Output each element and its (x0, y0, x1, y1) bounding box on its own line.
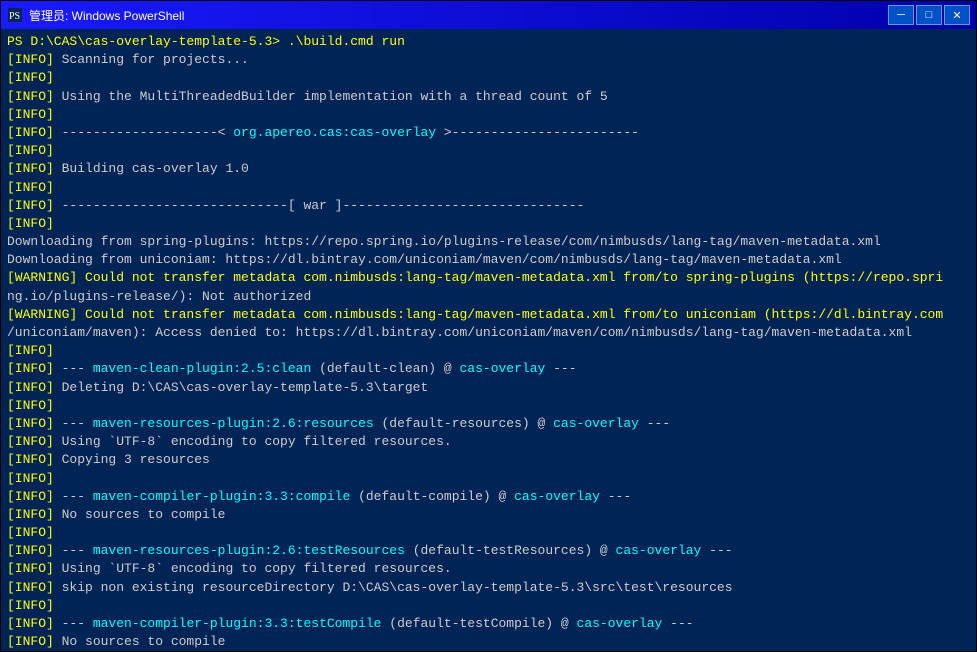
svg-text:PS: PS (9, 11, 20, 22)
window-title: 管理员: Windows PowerShell (29, 7, 888, 24)
powershell-window: PS 管理员: Windows PowerShell ─ □ ✕ PS D:\C… (0, 0, 977, 652)
console-output: PS D:\CAS\cas-overlay-template-5.3> .\bu… (1, 29, 976, 651)
title-bar: PS 管理员: Windows PowerShell ─ □ ✕ (1, 1, 976, 29)
minimize-button[interactable]: ─ (888, 5, 914, 25)
close-button[interactable]: ✕ (944, 5, 970, 25)
window-icon: PS (7, 7, 23, 23)
prompt-line: PS D:\CAS\cas-overlay-template-5.3> .\bu… (7, 33, 970, 51)
window-controls: ─ □ ✕ (888, 5, 970, 25)
restore-button[interactable]: □ (916, 5, 942, 25)
